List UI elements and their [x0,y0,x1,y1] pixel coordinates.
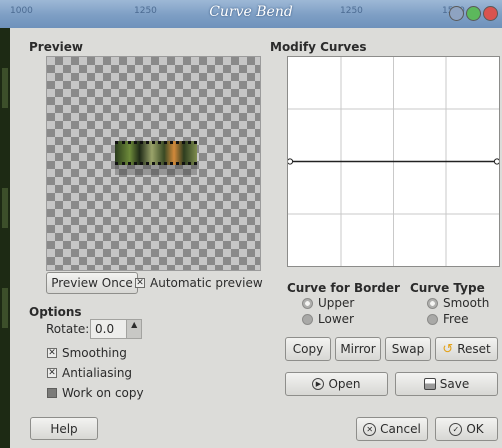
border-lower-radio[interactable]: Lower [302,312,354,326]
reset-icon: ↺ [442,341,454,357]
automatic-preview-checkbox[interactable]: ✕ Automatic preview [135,276,263,290]
rotate-value: 0.0 [95,322,115,336]
swap-button[interactable]: Swap [385,337,431,361]
curve-grid [288,57,499,266]
curve-type-header: Curve Type [410,281,485,295]
preview-thumbnail-reflection [115,165,197,175]
preview-canvas [46,56,261,271]
maximize-button[interactable] [466,6,481,21]
close-button[interactable] [483,6,498,21]
copy-label: Copy [292,342,324,356]
checkbox-icon [47,388,57,398]
cancel-icon: ✕ [363,422,377,436]
cancel-button[interactable]: ✕ Cancel [356,417,428,441]
mirror-button[interactable]: Mirror [335,337,381,361]
radio-icon [302,313,313,325]
curve-control-point-right[interactable] [493,158,499,165]
border-upper-radio[interactable]: Upper [302,296,354,310]
reset-button[interactable]: ↺ Reset [435,337,498,361]
shade-button[interactable] [449,6,464,21]
open-button[interactable]: ▶ Open [285,372,388,396]
border-upper-label: Upper [318,296,355,310]
antialiasing-checkbox[interactable]: ✕ Antialiasing [47,366,132,380]
help-label: Help [50,421,78,436]
checkbox-icon: ✕ [47,367,57,378]
curve-control-point-left[interactable] [288,158,294,165]
curve-type-free-radio[interactable]: Free [427,312,468,326]
checkbox-icon: ✕ [135,277,145,288]
save-label: Save [439,377,470,391]
antialiasing-label: Antialiasing [62,366,133,380]
preview-once-button[interactable]: Preview Once [46,272,138,294]
checkbox-icon: ✕ [47,347,57,358]
modify-curves-header: Modify Curves [270,40,367,54]
window-titlebar[interactable]: 1000 1250 1250 1500 Curve Bend [0,0,502,29]
curve-type-smooth-label: Smooth [443,296,490,310]
work-on-copy-checkbox[interactable]: Work on copy [47,386,144,400]
save-icon [423,378,436,390]
save-button[interactable]: Save [395,372,498,396]
smoothing-checkbox[interactable]: ✕ Smoothing [47,346,127,360]
open-icon: ▶ [312,378,325,390]
work-on-copy-label: Work on copy [62,386,144,400]
preview-once-label: Preview Once [51,276,133,290]
help-button[interactable]: Help [30,417,98,440]
smoothing-label: Smoothing [62,346,127,360]
border-lower-label: Lower [318,312,354,326]
ok-icon: ✓ [449,422,463,436]
radio-icon [427,313,438,325]
ok-label: OK [466,422,484,436]
background-window-edge [0,28,10,448]
mirror-label: Mirror [340,342,376,356]
cancel-label: Cancel [380,422,421,436]
rotate-label: Rotate: [46,322,90,336]
swap-label: Swap [391,342,425,356]
spin-up-icon[interactable]: ▲ [126,320,141,338]
automatic-preview-label: Automatic preview [150,276,263,290]
reset-label: Reset [457,342,491,356]
preview-thumbnail [115,141,197,165]
copy-button[interactable]: Copy [285,337,331,361]
curve-for-border-header: Curve for Border [287,281,400,295]
preview-header: Preview [29,40,84,54]
ok-button[interactable]: ✓ OK [435,417,498,441]
curve-editor[interactable] [287,56,500,267]
radio-icon [427,297,438,309]
curve-type-free-label: Free [443,312,469,326]
radio-icon [302,297,313,309]
curve-bend-dialog: Preview Preview Once ✕ Automatic preview… [10,28,502,448]
curve-type-smooth-radio[interactable]: Smooth [427,296,489,310]
rotate-spinbox[interactable]: 0.0 ▲ [90,319,142,339]
open-label: Open [328,377,361,391]
window-title: Curve Bend [209,4,293,20]
options-header: Options [29,305,82,319]
